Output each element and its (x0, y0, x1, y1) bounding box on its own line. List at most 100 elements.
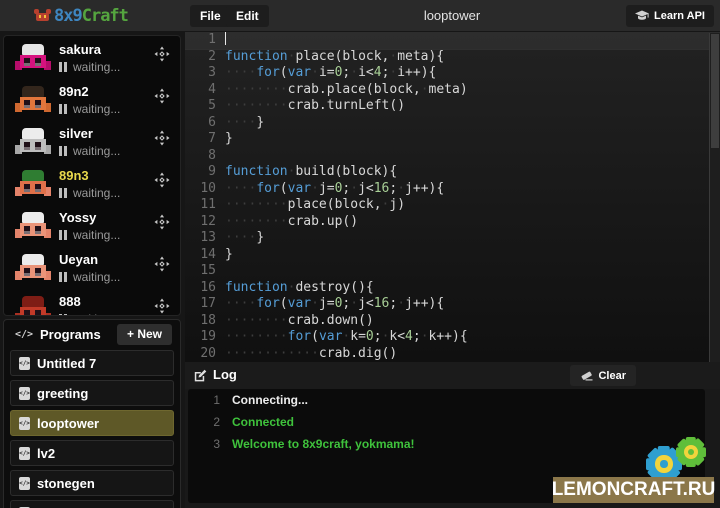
pause-icon (59, 104, 67, 114)
pause-icon (59, 230, 67, 240)
program-name: greeting (37, 386, 88, 401)
player-row[interactable]: silver waiting... (4, 120, 180, 162)
player-status-text: waiting... (73, 144, 120, 158)
gear-icon (676, 437, 706, 467)
line-number: 11 (185, 197, 225, 214)
pause-icon (59, 146, 67, 156)
watermark-banner: LEMONCRAFT.RU (553, 477, 714, 503)
top-bar: 8x9Craft File Edit looptower Learn API (0, 0, 720, 32)
program-file-icon: </> (19, 357, 30, 370)
learn-api-button[interactable]: Learn API (626, 5, 714, 27)
player-avatar-icon (15, 85, 51, 115)
logo-text-8x9: 8x9 (54, 6, 82, 26)
move-player-icon[interactable] (154, 256, 170, 272)
player-status-text: waiting... (73, 186, 120, 200)
log-entry-number: 2 (188, 415, 232, 429)
code-line: 10····for(var·j=0;·j<16;·j++){ (185, 181, 720, 198)
program-list-item[interactable]: </> l v 2 (10, 500, 174, 508)
player-status-text: waiting... (73, 60, 120, 74)
line-number: 8 (185, 148, 225, 165)
log-entry: 3 Welcome to 8x9craft, yokmama! (188, 433, 705, 455)
code-editor[interactable]: 12function·place(block,·meta){3····for(v… (185, 32, 720, 362)
program-list-item[interactable]: </> looptower (10, 410, 174, 436)
program-list-item[interactable]: </> Untitled 7 (10, 350, 174, 376)
move-player-icon[interactable] (154, 130, 170, 146)
player-row[interactable]: sakura waiting... (4, 36, 180, 78)
player-status-text: waiting... (73, 228, 120, 242)
code-line: 19········for(var·k=0;·k<4;·k++){ (185, 329, 720, 346)
log-entry: 1 Connecting... (188, 389, 705, 411)
clear-log-button[interactable]: Clear (570, 365, 636, 386)
player-status-text: waiting... (73, 270, 120, 284)
pause-icon (59, 314, 67, 316)
player-name: 888 (59, 294, 81, 309)
code-line: 9function·build(block){ (185, 164, 720, 181)
app-window: 8x9Craft File Edit looptower Learn API s… (0, 0, 720, 508)
line-number: 4 (185, 82, 225, 99)
programs-title: Programs (40, 327, 101, 342)
line-number: 17 (185, 296, 225, 313)
file-menu-button[interactable]: File (190, 5, 231, 27)
code-line: 4········crab.place(block,·meta) (185, 82, 720, 99)
editor-scrollbar-thumb[interactable] (711, 34, 719, 148)
sidebar: sakura waiting... 89n2 waiting... silver (0, 32, 185, 508)
line-number: 1 (185, 32, 225, 49)
log-edit-icon (193, 368, 207, 382)
line-number: 5 (185, 98, 225, 115)
player-name: 89n3 (59, 168, 89, 183)
programs-panel: </> Programs + New </> Untitled 7 </> gr… (3, 319, 181, 508)
player-avatar-icon (15, 43, 51, 73)
player-avatar-icon (15, 253, 51, 283)
line-number: 3 (185, 65, 225, 82)
eraser-icon (580, 370, 593, 381)
pause-icon (59, 62, 67, 72)
new-program-button[interactable]: + New (117, 324, 172, 345)
player-name: sakura (59, 42, 101, 57)
editor-scrollbar[interactable] (709, 33, 720, 362)
program-list: </> Untitled 7 </> greeting </> looptowe… (4, 350, 180, 508)
player-row[interactable]: 89n2 waiting... (4, 78, 180, 120)
program-list-item[interactable]: </> stonegen (10, 470, 174, 496)
move-player-icon[interactable] (154, 46, 170, 62)
player-row[interactable]: 888 waiting... (4, 288, 180, 316)
program-name: looptower (37, 416, 99, 431)
line-number: 6 (185, 115, 225, 132)
clear-log-label: Clear (598, 370, 626, 382)
move-player-icon[interactable] (154, 172, 170, 188)
program-list-item[interactable]: </> greeting (10, 380, 174, 406)
code-line: 2function·place(block,·meta){ (185, 49, 720, 66)
player-name: 89n2 (59, 84, 89, 99)
player-row[interactable]: Yossy waiting... (4, 204, 180, 246)
code-line: 1 (185, 32, 720, 49)
document-title: looptower (424, 8, 480, 23)
logo-text-craft: Craft (82, 6, 128, 26)
program-list-item[interactable]: </> lv2 (10, 440, 174, 466)
program-file-icon: </> (19, 417, 30, 430)
code-line: 20············crab.dig() (185, 346, 720, 363)
program-name: Untitled 7 (37, 356, 96, 371)
player-name: Ueyan (59, 252, 98, 267)
graduation-cap-icon (635, 10, 649, 22)
log-entry: 2 Connected (188, 411, 705, 433)
code-line: 6····} (185, 115, 720, 132)
learn-api-label: Learn API (654, 10, 705, 22)
app-logo: 8x9Craft (34, 5, 128, 27)
player-name: Yossy (59, 210, 96, 225)
line-number: 18 (185, 313, 225, 330)
move-player-icon[interactable] (154, 298, 170, 314)
move-player-icon[interactable] (154, 88, 170, 104)
program-name: stonegen (37, 476, 95, 491)
move-player-icon[interactable] (154, 214, 170, 230)
line-number: 20 (185, 346, 225, 363)
log-entry-number: 1 (188, 393, 232, 407)
crab-logo-icon (34, 9, 52, 23)
log-entry-text: Welcome to 8x9craft, yokmama! (232, 437, 415, 451)
line-number: 13 (185, 230, 225, 247)
code-brackets-icon: </> (15, 329, 33, 340)
player-row[interactable]: 89n3 waiting... (4, 162, 180, 204)
player-row[interactable]: Ueyan waiting... (4, 246, 180, 288)
pause-icon (59, 272, 67, 282)
edit-menu-button[interactable]: Edit (226, 5, 269, 27)
program-file-icon: </> (19, 477, 30, 490)
line-number: 7 (185, 131, 225, 148)
